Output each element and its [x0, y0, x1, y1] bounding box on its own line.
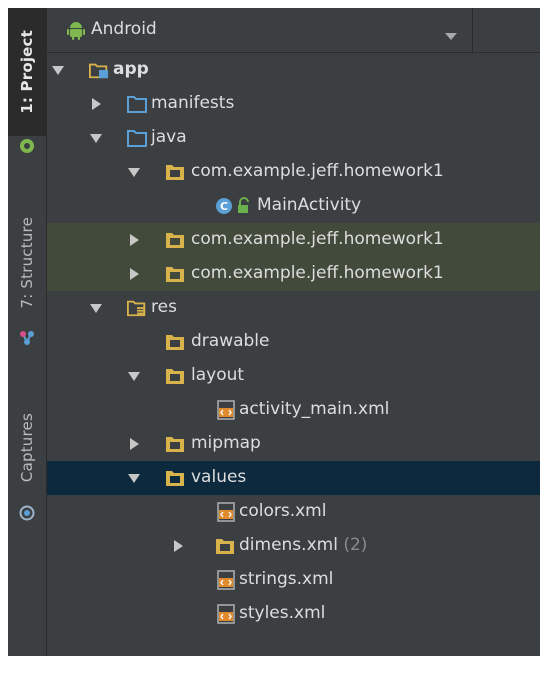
tree-node-strings[interactable]: strings.xml: [47, 563, 540, 597]
tree-label: res: [151, 297, 177, 317]
tree-node-java[interactable]: java: [47, 121, 540, 155]
tree-node-values[interactable]: values: [47, 461, 540, 495]
lock-open-icon: [238, 197, 249, 213]
tree-label: strings.xml: [239, 569, 334, 589]
captures-icon: [19, 505, 35, 521]
collapse-arrow-icon[interactable]: [127, 427, 141, 461]
tree-label: dimens.xml (2): [239, 535, 367, 555]
tree-node-res[interactable]: res: [47, 291, 540, 325]
tree-label: MainActivity: [257, 195, 362, 215]
tab-captures-label: Captures: [18, 413, 36, 483]
tree-node-app[interactable]: app: [47, 53, 540, 87]
xml-file-icon: [217, 502, 235, 522]
chevron-down-icon[interactable]: [445, 33, 457, 40]
dimens-label: dimens.xml: [239, 535, 338, 555]
project-tool-window: 1: Project 7: Structure Captures Android…: [8, 8, 540, 656]
tree-node-layout[interactable]: layout: [47, 359, 540, 393]
tree-label: layout: [191, 365, 245, 385]
tab-structure-label: 7: Structure: [18, 217, 36, 309]
collapse-arrow-icon[interactable]: [89, 87, 103, 121]
expand-arrow-icon[interactable]: [127, 359, 141, 393]
expand-arrow-icon[interactable]: [51, 53, 65, 87]
collapse-arrow-icon[interactable]: [127, 223, 141, 257]
folder-icon: [127, 130, 147, 147]
android-icon: [67, 22, 85, 40]
tree-node-activity-main[interactable]: activity_main.xml: [47, 393, 540, 427]
expand-arrow-icon[interactable]: [127, 461, 141, 495]
tree-label: styles.xml: [239, 603, 326, 623]
tree-node-package[interactable]: com.example.jeff.homework1: [47, 155, 540, 189]
android-icon: [20, 139, 34, 153]
tree-node-colors[interactable]: colors.xml: [47, 495, 540, 529]
package-folder-icon: [166, 369, 184, 384]
xml-file-icon: [217, 400, 235, 420]
package-folder-icon: [166, 165, 184, 180]
tab-structure[interactable]: 7: Structure: [8, 198, 46, 328]
header-divider: [472, 8, 473, 52]
module-folder-icon: [89, 63, 109, 79]
package-folder-icon: [166, 471, 184, 486]
tree-label: colors.xml: [239, 501, 327, 521]
collapse-arrow-icon[interactable]: [171, 529, 185, 563]
tree-node-package[interactable]: com.example.jeff.homework1: [47, 223, 540, 257]
tree-label: mipmap: [191, 433, 261, 453]
tab-project-label: 1: Project: [18, 30, 36, 114]
resources-folder-icon: [127, 300, 146, 317]
project-view-header: Android: [47, 8, 540, 53]
package-folder-icon: [166, 335, 184, 350]
tab-captures[interactable]: Captures: [8, 393, 46, 503]
tool-window-strip: 1: Project 7: Structure Captures: [8, 8, 47, 656]
tree-label: app: [113, 59, 149, 79]
project-tree: app manifests java com.example.jeff.home…: [47, 53, 540, 656]
package-folder-icon: [216, 539, 234, 554]
tree-node-dimens[interactable]: dimens.xml (2): [47, 529, 540, 563]
package-folder-icon: [166, 267, 184, 282]
tree-node-manifests[interactable]: manifests: [47, 87, 540, 121]
view-selector-label[interactable]: Android: [91, 19, 157, 39]
collapse-arrow-icon[interactable]: [127, 257, 141, 291]
tree-label: activity_main.xml: [239, 399, 390, 419]
class-icon: C: [216, 198, 232, 214]
tree-node-mainactivity[interactable]: C MainActivity: [47, 189, 540, 223]
tree-node-mipmap[interactable]: mipmap: [47, 427, 540, 461]
tree-label: values: [191, 467, 247, 487]
tree-label: drawable: [191, 331, 270, 351]
tree-label: com.example.jeff.homework1: [191, 263, 444, 283]
tree-label: com.example.jeff.homework1: [191, 229, 444, 249]
tree-node-styles[interactable]: styles.xml: [47, 597, 540, 631]
xml-file-icon: [217, 570, 235, 590]
package-folder-icon: [166, 233, 184, 248]
tree-label: manifests: [151, 93, 235, 113]
folder-icon: [127, 96, 147, 113]
package-folder-icon: [166, 437, 184, 452]
dimens-count: (2): [343, 535, 368, 555]
tree-label: java: [151, 127, 187, 147]
tree-label: com.example.jeff.homework1: [191, 161, 444, 181]
tab-project[interactable]: 1: Project: [8, 8, 46, 136]
tree-node-package[interactable]: com.example.jeff.homework1: [47, 257, 540, 291]
tree-node-drawable[interactable]: drawable: [47, 325, 540, 359]
structure-icon: [20, 331, 34, 345]
expand-arrow-icon[interactable]: [89, 291, 103, 325]
expand-arrow-icon[interactable]: [127, 155, 141, 189]
xml-file-icon: [217, 604, 235, 624]
svg-text:C: C: [220, 200, 228, 213]
expand-arrow-icon[interactable]: [89, 121, 103, 155]
